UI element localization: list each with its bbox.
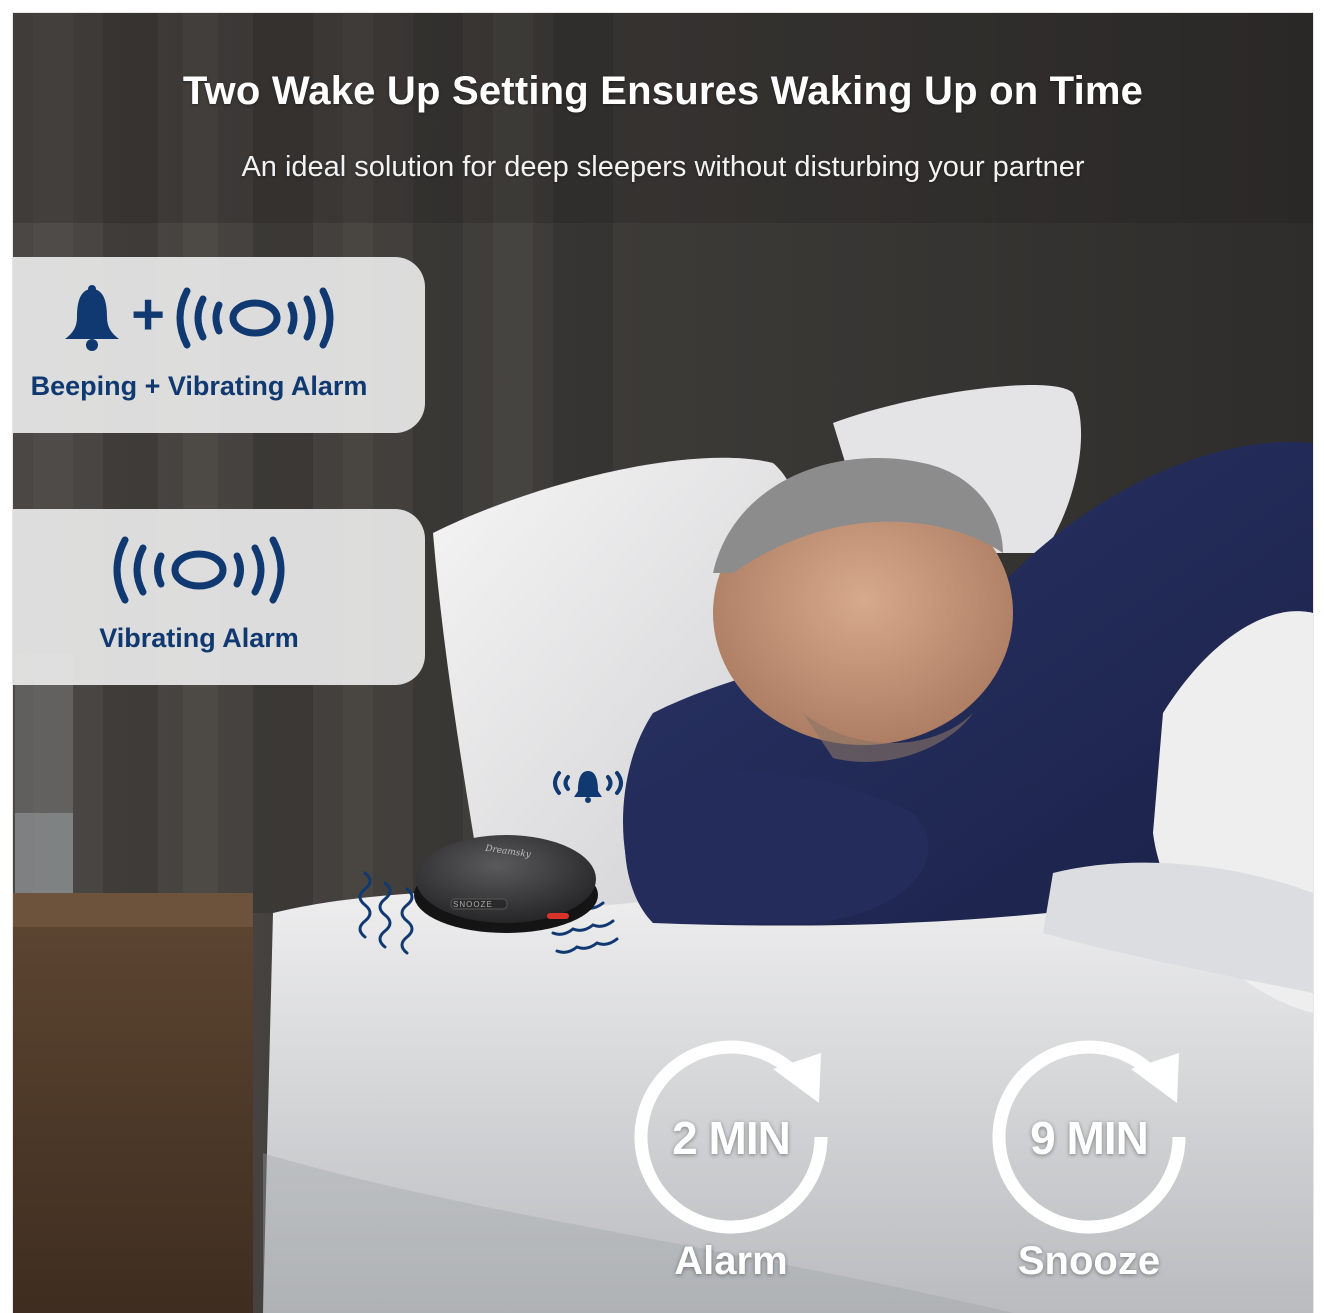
- snooze-caption: Snooze: [1017, 1239, 1161, 1283]
- bell-icon: [65, 285, 120, 351]
- vibration-icon: [176, 287, 334, 349]
- subheadline: An ideal solution for deep sleepers with…: [241, 151, 1085, 183]
- alarm-duration: 2 MIN: [672, 1112, 791, 1164]
- device-snooze-button-label: SNOOZE: [453, 900, 493, 909]
- mode-icons: +: [13, 282, 405, 353]
- headline: Two Wake Up Setting Ensures Waking Up on…: [182, 69, 1144, 113]
- mode-icons: [13, 535, 405, 605]
- product-photo: Two Wake Up Setting Ensures Waking Up on…: [12, 12, 1314, 1313]
- page-frame: Two Wake Up Setting Ensures Waking Up on…: [0, 0, 1324, 1313]
- snooze-duration: 9 MIN: [1030, 1112, 1149, 1164]
- mode-card-vibrating: Vibrating Alarm: [13, 509, 425, 685]
- mode-label: Beeping + Vibrating Alarm: [30, 371, 368, 401]
- mode-card-beeping-vibrating: + Beeping + Vibrating Alarm: [13, 257, 425, 433]
- vibration-icon: [113, 536, 285, 604]
- alarm-caption: Alarm: [674, 1239, 788, 1283]
- plus-icon: +: [131, 282, 165, 347]
- snooze-timer: 9 MIN Snooze: [989, 1037, 1189, 1297]
- alarm-timer: 2 MIN Alarm: [631, 1037, 831, 1297]
- mode-label: Vibrating Alarm: [99, 623, 299, 653]
